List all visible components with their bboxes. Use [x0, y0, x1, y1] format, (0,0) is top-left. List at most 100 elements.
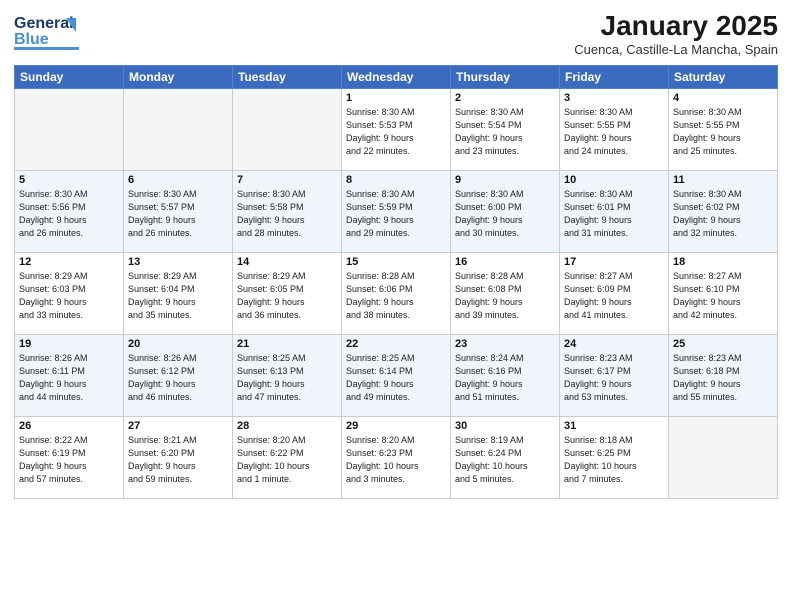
svg-text:General: General [14, 15, 74, 32]
calendar-table: SundayMondayTuesdayWednesdayThursdayFrid… [14, 65, 778, 499]
day-detail: Sunrise: 8:29 AM Sunset: 6:03 PM Dayligh… [19, 270, 119, 322]
calendar-cell: 17 Sunrise: 8:27 AM Sunset: 6:09 PM Dayli… [560, 253, 669, 335]
day-number: 13 [128, 256, 228, 268]
calendar-week-row: 26 Sunrise: 8:22 AM Sunset: 6:19 PM Dayli… [15, 417, 778, 499]
calendar-cell: 28 Sunrise: 8:20 AM Sunset: 6:22 PM Dayli… [233, 417, 342, 499]
day-detail: Sunrise: 8:29 AM Sunset: 6:04 PM Dayligh… [128, 270, 228, 322]
day-detail: Sunrise: 8:27 AM Sunset: 6:10 PM Dayligh… [673, 270, 773, 322]
calendar-cell: 4 Sunrise: 8:30 AM Sunset: 5:55 PM Daylig… [669, 89, 778, 171]
day-detail: Sunrise: 8:28 AM Sunset: 6:08 PM Dayligh… [455, 270, 555, 322]
col-header-saturday: Saturday [669, 66, 778, 89]
month-year-title: January 2025 [574, 10, 778, 42]
calendar-cell: 16Sunrise: 8:28 AM Sunset: 6:08 PM Dayli… [451, 253, 560, 335]
calendar-cell: 2Sunrise: 8:30 AM Sunset: 5:54 PM Daylig… [451, 89, 560, 171]
day-number: 22 [346, 338, 446, 350]
day-number: 12 [19, 256, 119, 268]
day-number: 20 [128, 338, 228, 350]
day-detail: Sunrise: 8:28 AM Sunset: 6:06 PM Dayligh… [346, 270, 446, 322]
calendar-cell: 19 Sunrise: 8:26 AM Sunset: 6:11 PM Dayli… [15, 335, 124, 417]
col-header-wednesday: Wednesday [342, 66, 451, 89]
day-number: 19 [19, 338, 119, 350]
col-header-friday: Friday [560, 66, 669, 89]
day-detail: Sunrise: 8:30 AM Sunset: 5:59 PM Dayligh… [346, 188, 446, 240]
calendar-cell: 18 Sunrise: 8:27 AM Sunset: 6:10 PM Dayli… [669, 253, 778, 335]
day-number: 28 [237, 420, 337, 432]
calendar-week-row: 5 Sunrise: 8:30 AM Sunset: 5:56 PM Daylig… [15, 171, 778, 253]
day-detail: Sunrise: 8:30 AM Sunset: 5:53 PM Dayligh… [346, 106, 446, 158]
svg-text:Blue: Blue [14, 31, 49, 48]
calendar-cell: 9Sunrise: 8:30 AM Sunset: 6:00 PM Daylig… [451, 171, 560, 253]
calendar-cell: 31Sunrise: 8:18 AM Sunset: 6:25 PM Dayli… [560, 417, 669, 499]
calendar-cell: 12 Sunrise: 8:29 AM Sunset: 6:03 PM Dayli… [15, 253, 124, 335]
day-number: 27 [128, 420, 228, 432]
day-number: 21 [237, 338, 337, 350]
calendar-cell: 26 Sunrise: 8:22 AM Sunset: 6:19 PM Dayli… [15, 417, 124, 499]
day-detail: Sunrise: 8:26 AM Sunset: 6:11 PM Dayligh… [19, 352, 119, 404]
calendar-week-row: 12 Sunrise: 8:29 AM Sunset: 6:03 PM Dayli… [15, 253, 778, 335]
day-number: 15 [346, 256, 446, 268]
col-header-tuesday: Tuesday [233, 66, 342, 89]
day-number: 7 [237, 174, 337, 186]
calendar-cell: 30Sunrise: 8:19 AM Sunset: 6:24 PM Dayli… [451, 417, 560, 499]
calendar-cell: 24 Sunrise: 8:23 AM Sunset: 6:17 PM Dayli… [560, 335, 669, 417]
day-number: 8 [346, 174, 446, 186]
calendar-cell [669, 417, 778, 499]
calendar-cell: 7 Sunrise: 8:30 AM Sunset: 5:58 PM Daylig… [233, 171, 342, 253]
day-detail: Sunrise: 8:30 AM Sunset: 5:58 PM Dayligh… [237, 188, 337, 240]
calendar-header-row: SundayMondayTuesdayWednesdayThursdayFrid… [15, 66, 778, 89]
day-detail: Sunrise: 8:25 AM Sunset: 6:13 PM Dayligh… [237, 352, 337, 404]
calendar-cell: 21 Sunrise: 8:25 AM Sunset: 6:13 PM Dayli… [233, 335, 342, 417]
day-detail: Sunrise: 8:30 AM Sunset: 6:00 PM Dayligh… [455, 188, 555, 240]
header: General Blue January 2025 Cuenca, Castil… [14, 10, 778, 57]
calendar-cell: 1 Sunrise: 8:30 AM Sunset: 5:53 PM Daylig… [342, 89, 451, 171]
day-number: 10 [564, 174, 664, 186]
day-number: 11 [673, 174, 773, 186]
day-detail: Sunrise: 8:23 AM Sunset: 6:17 PM Dayligh… [564, 352, 664, 404]
day-detail: Sunrise: 8:30 AM Sunset: 5:56 PM Dayligh… [19, 188, 119, 240]
day-detail: Sunrise: 8:30 AM Sunset: 5:55 PM Dayligh… [673, 106, 773, 158]
day-number: 1 [346, 92, 446, 104]
day-number: 26 [19, 420, 119, 432]
calendar-cell: 8 Sunrise: 8:30 AM Sunset: 5:59 PM Daylig… [342, 171, 451, 253]
day-detail: Sunrise: 8:30 AM Sunset: 6:02 PM Dayligh… [673, 188, 773, 240]
day-number: 3 [564, 92, 664, 104]
calendar-cell: 10 Sunrise: 8:30 AM Sunset: 6:01 PM Dayli… [560, 171, 669, 253]
day-detail: Sunrise: 8:24 AM Sunset: 6:16 PM Dayligh… [455, 352, 555, 404]
day-number: 4 [673, 92, 773, 104]
day-detail: Sunrise: 8:20 AM Sunset: 6:22 PM Dayligh… [237, 434, 337, 486]
day-detail: Sunrise: 8:21 AM Sunset: 6:20 PM Dayligh… [128, 434, 228, 486]
day-detail: Sunrise: 8:22 AM Sunset: 6:19 PM Dayligh… [19, 434, 119, 486]
calendar-cell: 3 Sunrise: 8:30 AM Sunset: 5:55 PM Daylig… [560, 89, 669, 171]
day-number: 5 [19, 174, 119, 186]
day-detail: Sunrise: 8:29 AM Sunset: 6:05 PM Dayligh… [237, 270, 337, 322]
day-detail: Sunrise: 8:25 AM Sunset: 6:14 PM Dayligh… [346, 352, 446, 404]
day-detail: Sunrise: 8:20 AM Sunset: 6:23 PM Dayligh… [346, 434, 446, 486]
calendar-cell: 22 Sunrise: 8:25 AM Sunset: 6:14 PM Dayli… [342, 335, 451, 417]
day-number: 29 [346, 420, 446, 432]
logo: General Blue [14, 10, 104, 54]
calendar-cell: 14 Sunrise: 8:29 AM Sunset: 6:05 PM Dayli… [233, 253, 342, 335]
calendar-cell: 13 Sunrise: 8:29 AM Sunset: 6:04 PM Dayli… [124, 253, 233, 335]
calendar-cell [15, 89, 124, 171]
day-detail: Sunrise: 8:26 AM Sunset: 6:12 PM Dayligh… [128, 352, 228, 404]
calendar-cell: 15 Sunrise: 8:28 AM Sunset: 6:06 PM Dayli… [342, 253, 451, 335]
day-detail: Sunrise: 8:30 AM Sunset: 6:01 PM Dayligh… [564, 188, 664, 240]
calendar-cell: 20 Sunrise: 8:26 AM Sunset: 6:12 PM Dayli… [124, 335, 233, 417]
calendar-week-row: 1 Sunrise: 8:30 AM Sunset: 5:53 PM Daylig… [15, 89, 778, 171]
col-header-thursday: Thursday [451, 66, 560, 89]
day-number: 24 [564, 338, 664, 350]
calendar-cell: 25Sunrise: 8:23 AM Sunset: 6:18 PM Dayli… [669, 335, 778, 417]
day-number: 17 [564, 256, 664, 268]
title-block: January 2025 Cuenca, Castille-La Mancha,… [574, 10, 778, 57]
day-number: 30 [455, 420, 555, 432]
day-number: 6 [128, 174, 228, 186]
col-header-sunday: Sunday [15, 66, 124, 89]
day-detail: Sunrise: 8:30 AM Sunset: 5:55 PM Dayligh… [564, 106, 664, 158]
calendar-week-row: 19 Sunrise: 8:26 AM Sunset: 6:11 PM Dayli… [15, 335, 778, 417]
calendar-cell: 23Sunrise: 8:24 AM Sunset: 6:16 PM Dayli… [451, 335, 560, 417]
day-number: 14 [237, 256, 337, 268]
calendar-cell [233, 89, 342, 171]
day-detail: Sunrise: 8:18 AM Sunset: 6:25 PM Dayligh… [564, 434, 664, 486]
day-number: 18 [673, 256, 773, 268]
day-detail: Sunrise: 8:27 AM Sunset: 6:09 PM Dayligh… [564, 270, 664, 322]
